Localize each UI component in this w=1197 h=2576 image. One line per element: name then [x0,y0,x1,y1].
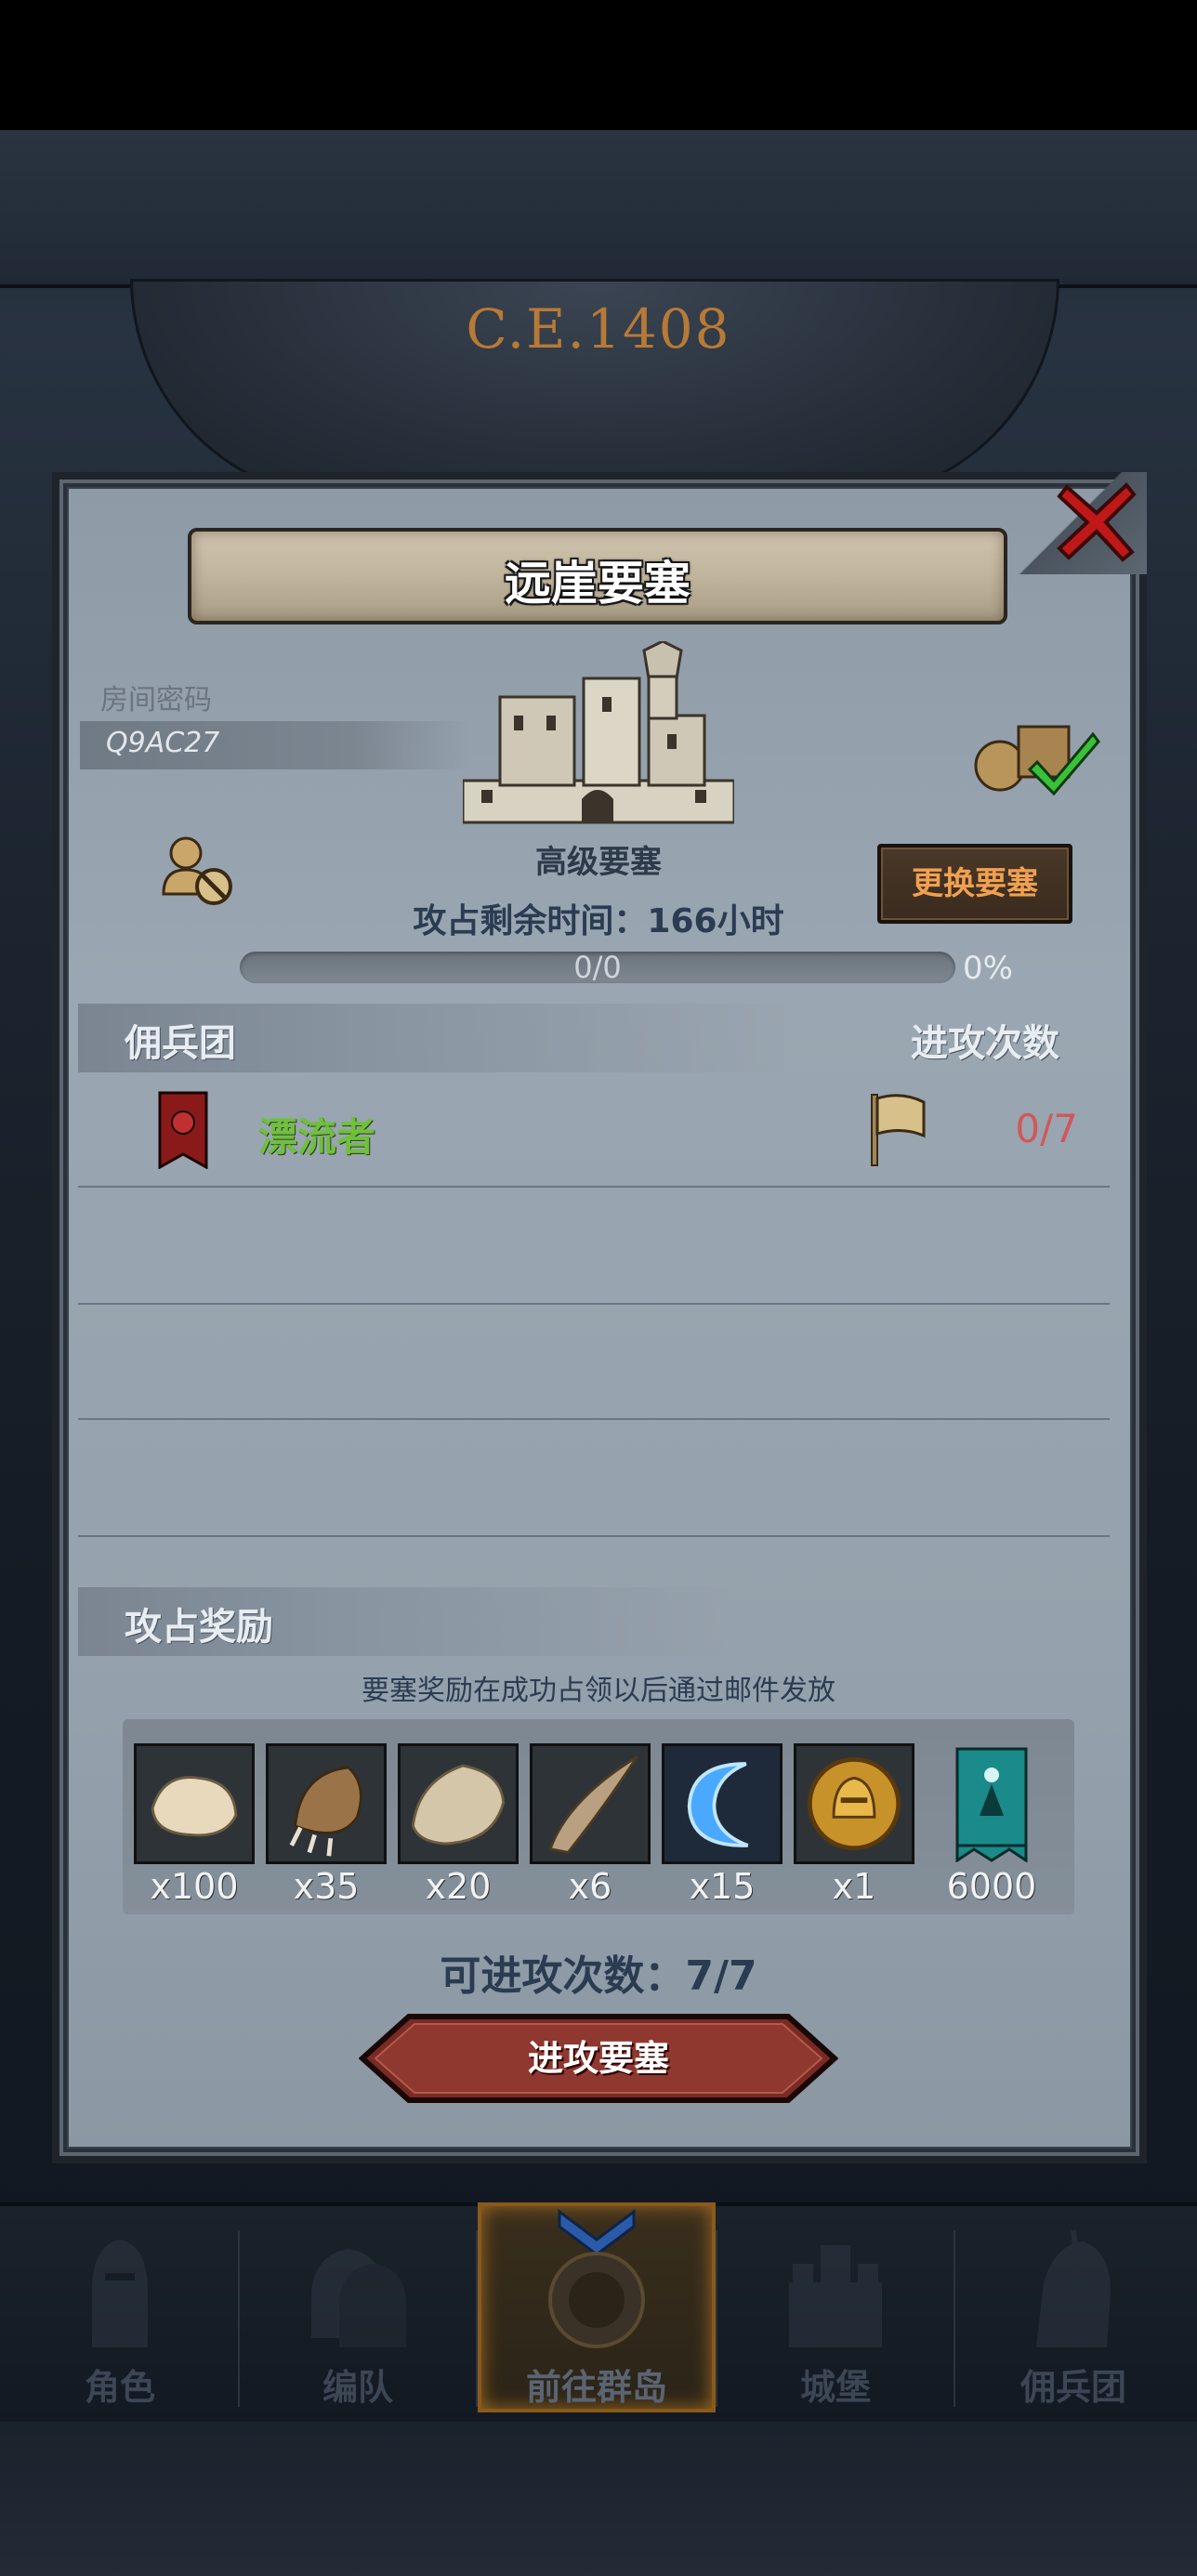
mercenary-banner-icon [158,1091,208,1169]
nav-separator [238,2230,240,2407]
nav-label: 前往群岛 [525,2367,667,2408]
reward-item-pelt[interactable] [398,1743,519,1864]
row-divider [78,1418,1110,1420]
reward-section-title: 攻占奖励 [125,1606,273,1649]
mercenary-knight-icon [1036,2229,1111,2347]
pelt-icon [401,1746,516,1861]
status-bar-area [0,0,1197,130]
horn-icon [533,1746,648,1861]
nav-label: 佣兵团 [1019,2367,1126,2408]
reward-item-fur[interactable] [134,1743,255,1864]
nav-item-character[interactable]: 角色 [4,2217,236,2412]
dialog-title: 远崖要塞 [505,557,691,611]
claw-icon [269,1746,384,1861]
close-icon [1057,482,1137,562]
mercenary-section-title: 佣兵团 [125,1022,236,1065]
nav-separator [954,2230,955,2407]
occupation-progress-text: 0/0 [573,950,622,985]
reward-item-gold-coin[interactable] [794,1743,914,1864]
attack-count-header: 进攻次数 [911,1022,1059,1065]
helmet-group-icon [311,2249,406,2347]
year-text: C.E.1408 [466,297,731,361]
room-code[interactable]: Q9AC27 [106,727,219,759]
fortress-image [463,641,734,824]
nav-separator [716,2230,717,2407]
reward-item-claw[interactable] [266,1743,387,1864]
attack-fortress-button[interactable]: 进攻要塞 [359,2013,838,2104]
fur-icon [137,1746,252,1861]
nav-item-mercenary[interactable]: 佣兵团 [957,2217,1190,2412]
nav-label: 城堡 [799,2367,871,2408]
reward-qty: 6000 [946,1866,1037,1907]
teal-banner-icon[interactable] [954,1743,1030,1862]
row-divider [78,1535,1110,1537]
occupation-timer: 攻占剩余时间：166小时 [413,902,784,940]
nav-label: 编队 [322,2367,393,2408]
reward-item-horn[interactable] [530,1743,651,1864]
attacks-remaining: 可进攻次数：7/7 [440,1952,757,2000]
reward-qty: x1 [832,1866,876,1907]
row-divider [78,1303,1110,1305]
attack-flag-icon [871,1094,926,1166]
reward-qty: x6 [568,1866,612,1907]
background-header-band [0,130,1197,288]
nav-label: 角色 [84,2367,155,2408]
blue-crescent-icon [664,1746,780,1861]
nav-item-castle[interactable]: 城堡 [719,2217,952,2412]
castle-icon [789,2245,882,2347]
reward-qty: x35 [293,1866,360,1907]
reward-note: 要塞奖励在成功占领以后通过邮件发放 [362,1675,835,1707]
knight-icon [92,2240,148,2347]
row-divider [78,1186,1110,1188]
attack-button-label: 进攻要塞 [527,2038,669,2079]
reward-qty: x100 [150,1866,239,1907]
reward-item-crescent[interactable] [662,1743,783,1864]
nav-item-formation[interactable]: 编队 [242,2217,474,2412]
room-password-label: 房间密码 [100,684,212,716]
close-button[interactable] [1050,474,1143,567]
mercenary-attack-count: 0/7 [1015,1106,1078,1151]
reward-qty: x15 [689,1866,756,1907]
bottom-background [0,2422,1197,2576]
compass-icon [548,2252,645,2348]
resource-bag-check-icon[interactable] [972,708,1102,797]
occupation-progress-percent: 0% [963,950,1013,987]
reward-qty: x20 [425,1866,492,1907]
mercenary-name[interactable]: 漂流者 [258,1106,375,1163]
gold-helmet-coin-icon [796,1746,912,1861]
